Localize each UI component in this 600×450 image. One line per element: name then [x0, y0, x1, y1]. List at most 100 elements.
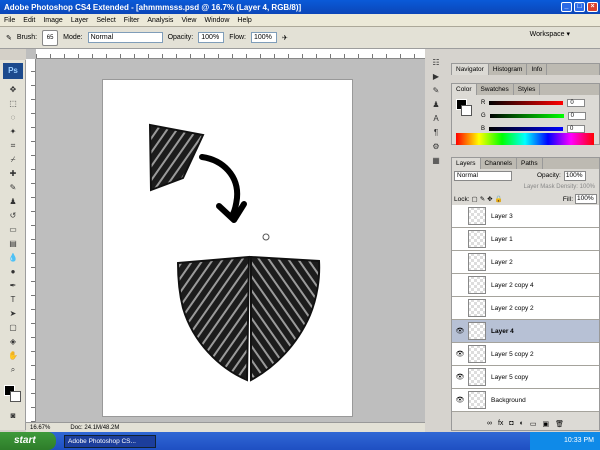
maximize-button[interactable]: □: [574, 2, 585, 12]
tab-styles[interactable]: Styles: [514, 84, 541, 95]
new-group-icon[interactable]: ▭: [530, 420, 537, 430]
menu-analysis[interactable]: Analysis: [147, 17, 173, 24]
link-layers-icon[interactable]: ∞: [487, 420, 492, 430]
tab-color[interactable]: Color: [452, 84, 477, 95]
gradient-tool-icon[interactable]: ▤: [5, 238, 21, 249]
quick-select-tool-icon[interactable]: ✦: [5, 126, 21, 137]
minimize-button[interactable]: _: [561, 2, 572, 12]
menu-edit[interactable]: Edit: [23, 17, 35, 24]
airbrush-icon[interactable]: ✈: [282, 34, 288, 42]
adjustment-layer-icon[interactable]: ◐: [520, 420, 524, 430]
start-button[interactable]: start: [0, 432, 56, 450]
menu-select[interactable]: Select: [96, 17, 115, 24]
zoom-level[interactable]: 16.67%: [30, 425, 50, 431]
taskbar-photoshop-item[interactable]: Adobe Photoshop CS...: [64, 434, 156, 448]
layer-row[interactable]: 👁 Layer 5 copy 2: [452, 343, 599, 366]
tool-presets-icon[interactable]: ⚙: [429, 141, 443, 153]
history-brush-tool-icon[interactable]: ↺: [5, 210, 21, 221]
tab-paths[interactable]: Paths: [517, 158, 543, 169]
green-slider[interactable]: [489, 114, 564, 118]
green-value[interactable]: 0: [567, 112, 586, 120]
tab-swatches[interactable]: Swatches: [477, 84, 514, 95]
blur-tool-icon[interactable]: 💧: [5, 252, 21, 263]
menu-file[interactable]: File: [4, 17, 15, 24]
menu-filter[interactable]: Filter: [124, 17, 140, 24]
type-tool-icon[interactable]: T: [5, 294, 21, 305]
blend-mode-select[interactable]: Normal: [454, 170, 512, 181]
visibility-eye-icon[interactable]: 👁: [452, 350, 468, 358]
red-value[interactable]: 0: [567, 99, 586, 107]
lock-position-icon[interactable]: ✥: [487, 195, 492, 203]
layer-style-icon[interactable]: fx: [498, 420, 503, 430]
lock-image-icon[interactable]: ✎: [480, 195, 485, 203]
tab-navigator[interactable]: Navigator: [452, 64, 489, 75]
blue-slider[interactable]: [489, 127, 564, 131]
brush-tool-icon[interactable]: ✎: [5, 182, 21, 193]
quick-mask-icon[interactable]: ◙: [5, 410, 21, 421]
character-icon[interactable]: A: [429, 113, 443, 125]
layer-row[interactable]: Layer 2: [452, 251, 599, 274]
layer-row[interactable]: Layer 3: [452, 205, 599, 228]
hand-tool-icon[interactable]: ✋: [5, 350, 21, 361]
mode-select[interactable]: Normal: [87, 32, 163, 43]
path-select-tool-icon[interactable]: ➤: [5, 308, 21, 319]
layer-row[interactable]: Layer 1: [452, 228, 599, 251]
layer-row[interactable]: Layer 2 copy 2: [452, 297, 599, 320]
menu-image[interactable]: Image: [43, 17, 62, 24]
fill-input[interactable]: 100%: [575, 194, 597, 204]
paragraph-icon[interactable]: ¶: [429, 127, 443, 139]
eyedropper-tool-icon[interactable]: ⌿: [5, 154, 21, 165]
background-color-swatch[interactable]: [10, 391, 21, 402]
menu-layer[interactable]: Layer: [71, 17, 89, 24]
clone-source-icon[interactable]: ♟: [429, 99, 443, 111]
new-layer-icon[interactable]: ▣: [543, 420, 550, 430]
move-tool-icon[interactable]: ✥: [5, 84, 21, 95]
layers-opacity-input[interactable]: 100%: [563, 170, 586, 181]
brush-preset-picker[interactable]: 65: [42, 29, 59, 46]
canvas[interactable]: [102, 79, 353, 417]
blue-value[interactable]: 0: [567, 125, 586, 133]
tab-histogram[interactable]: Histogram: [489, 64, 528, 75]
visibility-eye-icon[interactable]: 👁: [452, 396, 468, 404]
crop-tool-icon[interactable]: ⌗: [5, 140, 21, 151]
layer-row[interactable]: 👁 Background: [452, 389, 599, 412]
lock-all-icon[interactable]: 🔒: [495, 195, 503, 203]
delete-layer-icon[interactable]: 🗑: [555, 420, 564, 430]
history-icon[interactable]: ☷: [429, 57, 443, 69]
zoom-tool-icon[interactable]: ⌕: [5, 364, 21, 375]
visibility-eye-icon[interactable]: 👁: [452, 327, 468, 335]
actions-icon[interactable]: ▶: [429, 71, 443, 83]
add-mask-icon[interactable]: ◘: [509, 420, 513, 430]
menu-view[interactable]: View: [181, 17, 196, 24]
brush-tool-icon[interactable]: ✎: [6, 34, 12, 42]
layer-row[interactable]: 👁 Layer 5 copy: [452, 366, 599, 389]
dodge-tool-icon[interactable]: ●: [5, 266, 21, 277]
layer-row[interactable]: Layer 2 copy 4: [452, 274, 599, 297]
menu-help[interactable]: Help: [237, 17, 251, 24]
healing-tool-icon[interactable]: ✚: [5, 168, 21, 179]
mask-density-row: Layer Mask Density: 100%: [452, 182, 599, 193]
color-bg-swatch[interactable]: [461, 105, 472, 116]
lock-transparent-icon[interactable]: ▢: [472, 195, 478, 203]
red-slider[interactable]: [489, 101, 564, 105]
layer-row[interactable]: 👁 Layer 4: [452, 320, 599, 343]
opacity-input[interactable]: 100%: [198, 32, 225, 43]
menu-window[interactable]: Window: [204, 17, 229, 24]
stamp-tool-icon[interactable]: ♟: [5, 196, 21, 207]
visibility-eye-icon[interactable]: 👁: [452, 373, 468, 381]
tab-info[interactable]: Info: [527, 64, 548, 75]
tab-channels[interactable]: Channels: [481, 158, 517, 169]
brush-panel-icon[interactable]: ✎: [429, 85, 443, 97]
shape-tool-icon[interactable]: ▢: [5, 322, 21, 333]
marquee-tool-icon[interactable]: ⬚: [5, 98, 21, 109]
pen-tool-icon[interactable]: ✒: [5, 280, 21, 291]
color-spectrum[interactable]: [456, 133, 594, 145]
flow-input[interactable]: 100%: [251, 32, 277, 43]
tab-layers[interactable]: Layers: [452, 158, 481, 169]
3d-tool-icon[interactable]: ◈: [5, 336, 21, 347]
workspace-button[interactable]: Workspace ▾: [530, 30, 570, 38]
lasso-tool-icon[interactable]: ◌: [5, 112, 21, 123]
layer-comps-icon[interactable]: ▦: [429, 155, 443, 167]
eraser-tool-icon[interactable]: ▭: [5, 224, 21, 235]
close-button[interactable]: ×: [587, 2, 598, 12]
